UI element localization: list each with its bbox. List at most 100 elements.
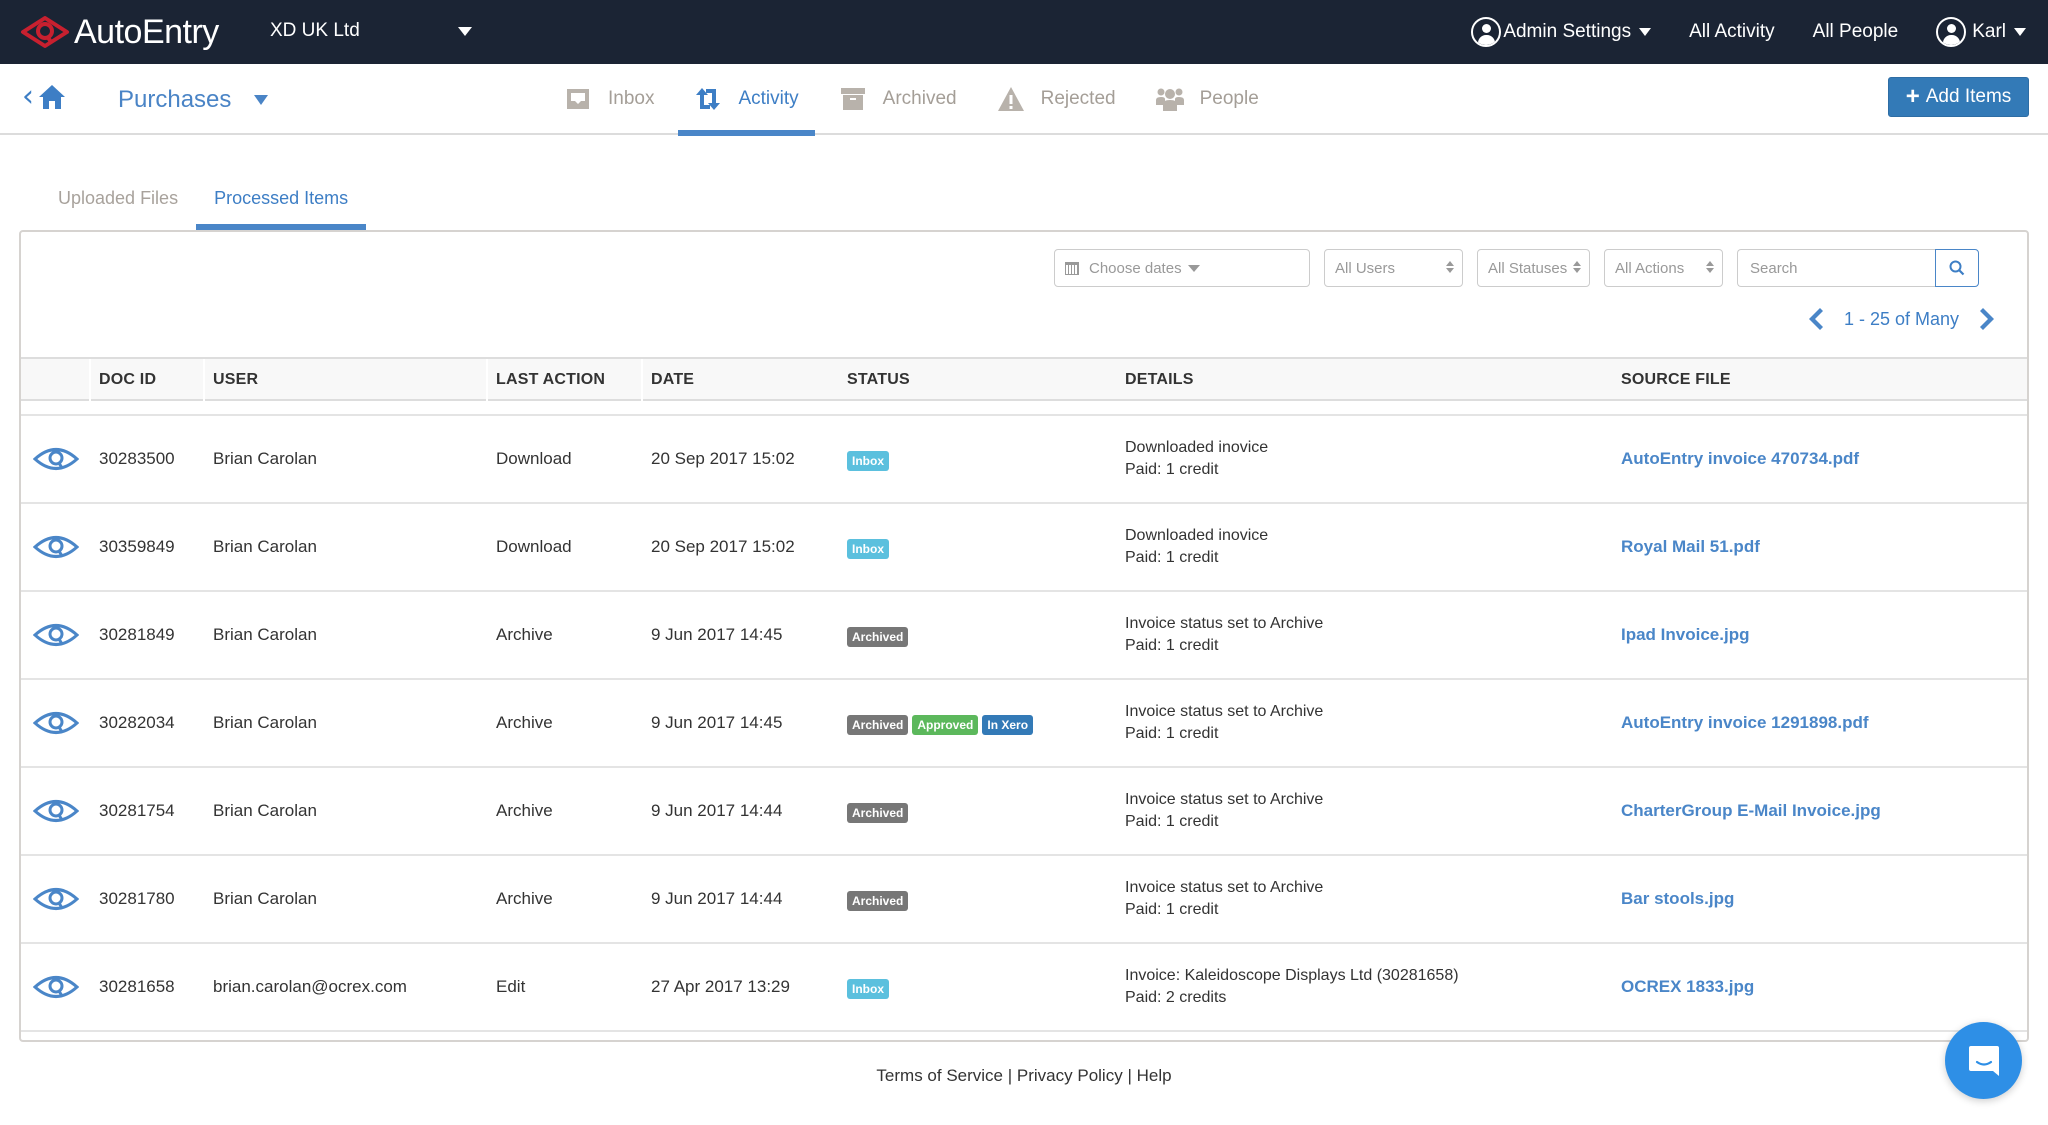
- column-header-user[interactable]: USER: [213, 371, 258, 389]
- column-header-details[interactable]: DETAILS: [1125, 371, 1194, 389]
- user: brian.carolan@ocrex.com: [213, 977, 407, 996]
- source-file-cell: AutoEntry invoice 470734.pdf: [1621, 416, 1859, 502]
- user: Brian Carolan: [213, 713, 317, 732]
- details-cell: Invoice status set to Archive Paid: 1 cre…: [1125, 856, 1323, 942]
- column-header-last-action[interactable]: LAST ACTION: [496, 371, 605, 389]
- source-file-link[interactable]: CharterGroup E-Mail Invoice.jpg: [1621, 801, 1881, 821]
- admin-settings-menu[interactable]: Admin Settings: [1471, 17, 1652, 47]
- tab-processed-items[interactable]: Processed Items: [196, 180, 367, 230]
- source-file-link[interactable]: AutoEntry invoice 1291898.pdf: [1621, 713, 1869, 733]
- tab-archived[interactable]: Archived: [823, 64, 973, 133]
- table-row[interactable]: 30281658 brian.carolan@ocrex.com Edit 27…: [21, 944, 2027, 1032]
- details-cell: Invoice status set to Archive Paid: 1 cre…: [1125, 592, 1323, 678]
- column-header-date[interactable]: DATE: [651, 371, 694, 389]
- source-file-link[interactable]: Royal Mail 51.pdf: [1621, 537, 1760, 557]
- user-circle-icon: [1936, 17, 1967, 47]
- home-icon: [39, 85, 65, 109]
- column-header-doc-id[interactable]: DOC ID: [99, 371, 156, 389]
- caret-down-icon[interactable]: [254, 95, 268, 105]
- user: Brian Carolan: [213, 449, 317, 468]
- terms-of-service-link[interactable]: Terms of Service: [876, 1066, 1003, 1085]
- statuses-filter-select[interactable]: All Statuses: [1477, 249, 1590, 287]
- date: 20 Sep 2017 15:02: [651, 449, 795, 468]
- add-items-button[interactable]: + Add Items: [1888, 77, 2029, 117]
- status-cell: Inbox: [847, 504, 893, 590]
- table-row[interactable]: 30283500 Brian Carolan Download 20 Sep 2…: [21, 416, 2027, 504]
- actions-filter-select[interactable]: All Actions: [1604, 249, 1723, 287]
- details-cell: Downloaded inovice Paid: 1 credit: [1125, 504, 1268, 590]
- next-page-icon[interactable]: [1977, 306, 1999, 332]
- column-header-status[interactable]: STATUS: [847, 371, 910, 389]
- view-document-button[interactable]: [33, 944, 79, 1030]
- chat-icon: [1968, 1045, 1999, 1076]
- all-activity-link[interactable]: All Activity: [1689, 21, 1775, 43]
- section-selector[interactable]: Purchases: [118, 86, 231, 114]
- organization-selector[interactable]: XD UK Ltd: [270, 20, 360, 42]
- details-line: Paid: 1 credit: [1125, 725, 1219, 742]
- add-items-label: Add Items: [1925, 86, 2012, 107]
- back-home-button[interactable]: ‹: [22, 82, 66, 112]
- activity-panel: Choose dates All Users All Statuses All …: [19, 230, 2029, 1042]
- details-line: Downloaded inovice: [1125, 527, 1269, 544]
- privacy-policy-link[interactable]: Privacy Policy: [1017, 1066, 1123, 1085]
- tab-inbox[interactable]: Inbox: [548, 64, 670, 133]
- tab-activity[interactable]: Activity: [678, 64, 815, 136]
- status-cell: Inbox: [847, 944, 893, 1030]
- view-document-button[interactable]: [33, 680, 79, 766]
- user-menu[interactable]: Karl: [1936, 17, 2026, 47]
- previous-page-icon[interactable]: [1804, 306, 1826, 332]
- table-row[interactable]: 30281849 Brian Carolan Archive 9 Jun 201…: [21, 592, 2027, 680]
- source-file-link[interactable]: OCREX 1833.jpg: [1621, 977, 1754, 997]
- status-cell: Archived: [847, 856, 912, 942]
- table-row[interactable]: 30282034 Brian Carolan Archive 9 Jun 201…: [21, 680, 2027, 768]
- source-file-link[interactable]: Ipad Invoice.jpg: [1621, 625, 1749, 645]
- table-row[interactable]: 30359849 Brian Carolan Download 20 Sep 2…: [21, 504, 2027, 592]
- view-document-button[interactable]: [33, 416, 79, 502]
- items-tabs: Uploaded Files Processed Items: [40, 180, 367, 230]
- tab-people[interactable]: People: [1140, 64, 1275, 133]
- eye-view-icon: [33, 712, 79, 734]
- select-arrows-icon: [1706, 261, 1714, 273]
- last-action: Archive: [496, 889, 553, 908]
- details-line: Invoice status set to Archive: [1125, 615, 1324, 632]
- column-divider: [486, 359, 488, 401]
- table-header: DOC ID USER LAST ACTION DATE STATUS DETA…: [21, 357, 2027, 401]
- source-file-link[interactable]: Bar stools.jpg: [1621, 889, 1734, 909]
- view-document-button[interactable]: [33, 504, 79, 590]
- all-people-link[interactable]: All People: [1813, 21, 1899, 43]
- search-input[interactable]: [1737, 249, 1935, 287]
- view-document-button[interactable]: [33, 592, 79, 678]
- calendar-icon: [1065, 261, 1079, 275]
- doc-id: 30281754: [99, 801, 175, 820]
- status-badge: Approved: [912, 715, 979, 735]
- autoentry-logo[interactable]: AutoEntry: [20, 10, 219, 54]
- eye-logo-icon: [21, 16, 69, 48]
- tab-rejected[interactable]: Rejected: [981, 64, 1132, 133]
- view-document-button[interactable]: [33, 768, 79, 854]
- column-header-source-file[interactable]: SOURCE FILE: [1621, 371, 1731, 389]
- help-link[interactable]: Help: [1137, 1066, 1172, 1085]
- eye-view-icon: [33, 976, 79, 998]
- users-filter-select[interactable]: All Users: [1324, 249, 1463, 287]
- tab-uploaded-files[interactable]: Uploaded Files: [40, 180, 196, 230]
- source-file-link[interactable]: AutoEntry invoice 470734.pdf: [1621, 449, 1859, 469]
- details-cell: Invoice status set to Archive Paid: 1 cre…: [1125, 680, 1323, 766]
- doc-id: 30281849: [99, 625, 175, 644]
- user: Brian Carolan: [213, 625, 317, 644]
- organization-caret-icon[interactable]: [458, 27, 472, 36]
- section-tabs: Inbox Activity Archived Rejected People: [548, 64, 1283, 136]
- table-row[interactable]: 30281754 Brian Carolan Archive 9 Jun 201…: [21, 768, 2027, 856]
- date-range-picker[interactable]: Choose dates: [1054, 249, 1310, 287]
- source-file-cell: Bar stools.jpg: [1621, 856, 1734, 942]
- eye-view-icon: [33, 800, 79, 822]
- top-navigation-bar: AutoEntry XD UK Ltd Admin Settings All A…: [0, 0, 2048, 64]
- doc-id: 30281780: [99, 889, 175, 908]
- search-group: [1737, 249, 1979, 287]
- chat-launcher-button[interactable]: [1945, 1022, 2022, 1099]
- status-cell: Inbox: [847, 416, 893, 502]
- search-button[interactable]: [1935, 249, 1979, 287]
- status-badge: Archived: [847, 627, 909, 647]
- table-row[interactable]: 30281780 Brian Carolan Archive 9 Jun 201…: [21, 856, 2027, 944]
- footer: Terms of Service | Privacy Policy | Help: [0, 1066, 2048, 1086]
- view-document-button[interactable]: [33, 856, 79, 942]
